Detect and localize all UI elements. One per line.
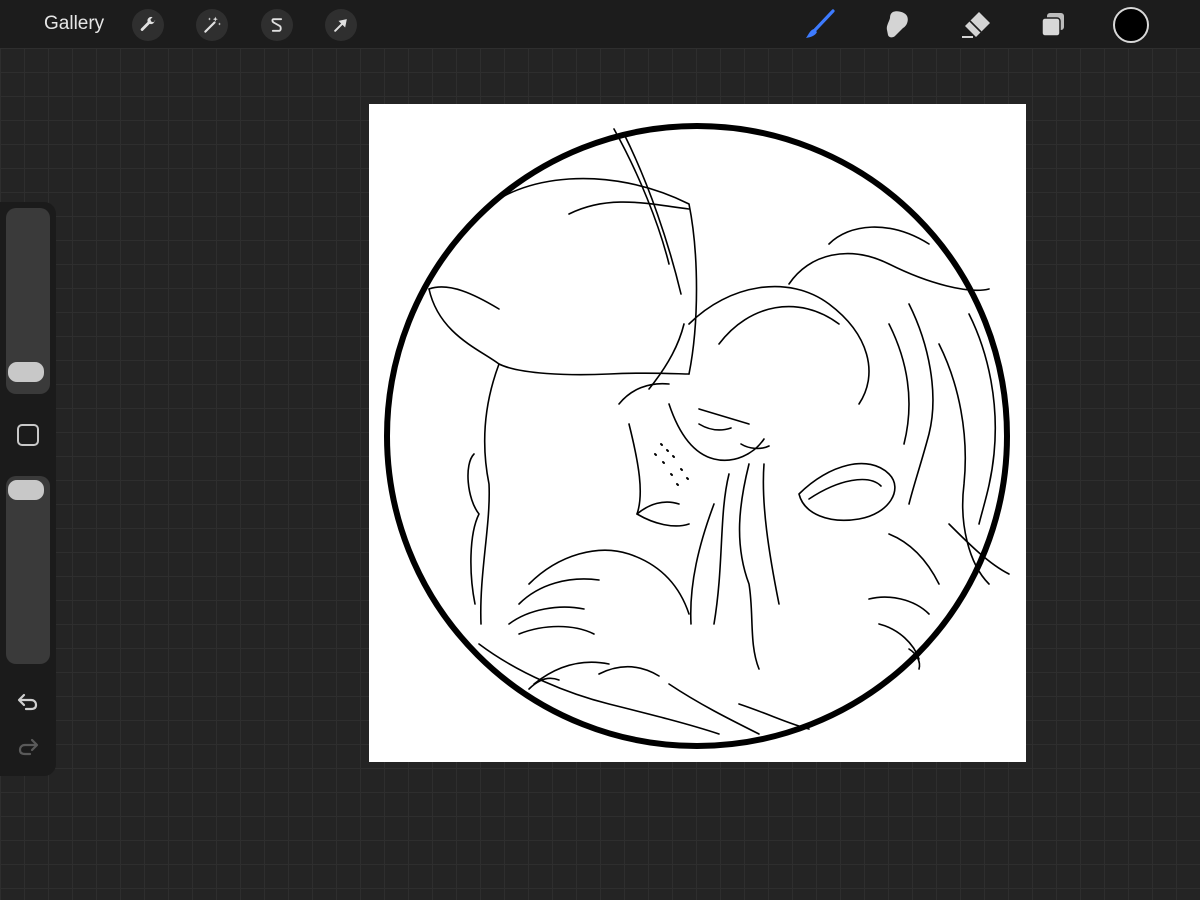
line-art-sketch	[384, 123, 1010, 749]
undo-icon	[17, 693, 38, 711]
layers-icon	[1041, 13, 1064, 37]
top-toolbar: Gallery	[0, 0, 1200, 48]
wrench-icon	[140, 16, 156, 31]
adjustments-button[interactable]	[196, 9, 228, 41]
selection-icon	[271, 18, 283, 32]
actions-button[interactable]	[132, 9, 164, 41]
sidebar	[0, 202, 56, 776]
modify-button[interactable]	[17, 424, 39, 446]
smudge-icon	[886, 11, 908, 38]
brush-size-slider[interactable]	[6, 208, 50, 394]
brush-opacity-thumb[interactable]	[8, 480, 44, 500]
smudge-button[interactable]	[881, 8, 915, 42]
drawing-canvas[interactable]	[369, 104, 1026, 762]
color-button[interactable]	[1113, 7, 1149, 43]
transform-button[interactable]	[325, 9, 357, 41]
brush-icon	[806, 9, 835, 38]
brush-size-thumb[interactable]	[8, 362, 44, 382]
redo-icon	[18, 738, 39, 756]
redo-button[interactable]	[14, 732, 42, 760]
selection-button[interactable]	[261, 9, 293, 41]
brush-opacity-slider[interactable]	[6, 476, 50, 664]
gallery-button[interactable]: Gallery	[44, 13, 104, 35]
undo-button[interactable]	[14, 687, 42, 715]
transform-arrow-icon	[334, 19, 347, 32]
magic-wand-icon	[204, 16, 221, 33]
eraser-icon	[962, 12, 990, 38]
brush-button[interactable]	[803, 8, 837, 42]
eraser-button[interactable]	[959, 8, 993, 42]
layers-button[interactable]	[1036, 8, 1070, 42]
